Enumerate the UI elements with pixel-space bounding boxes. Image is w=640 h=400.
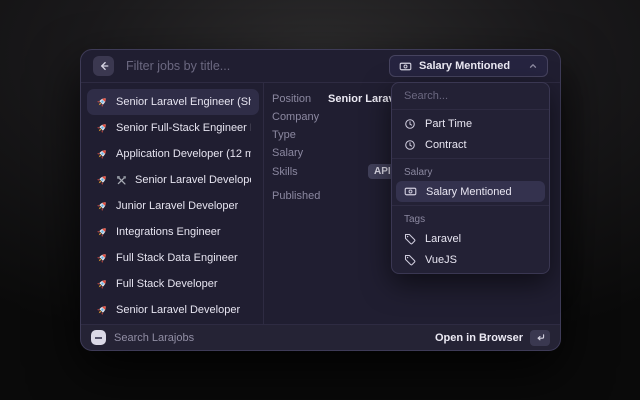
launcher-window: Salary Mentioned Senior Laravel Engineer… [80,49,561,351]
rocket-icon [95,226,108,239]
job-row[interactable]: Senior Full-Stack Engineer II, Ac... [87,115,259,141]
job-row[interactable]: Senior Laravel Developer [87,297,259,323]
dropdown-group-salary: Salary Salary Mentioned [392,159,549,206]
banknote-icon [399,60,412,73]
chevron-up-icon [528,61,538,71]
dropdown-item-contract[interactable]: Contract [396,134,545,155]
extension-title: Search Larajobs [114,332,435,344]
job-row[interactable]: Full Stack Data Engineer [87,245,259,271]
desktop-background: Salary Mentioned Senior Laravel Engineer… [0,0,640,400]
job-title: Senior Laravel Engineer (Shapin... [116,96,251,108]
job-title: Full Stack Developer [116,278,218,290]
return-glyph-icon [535,332,546,343]
dropdown-search-input[interactable] [404,90,537,102]
detail-label: Company [272,111,319,123]
filter-dropdown-panel: Part Time Contract Salary Salary Mention… [391,82,550,274]
detail-label: Salary [272,147,303,159]
job-row[interactable]: Junior Laravel Developer [87,193,259,219]
open-in-browser-label: Open in Browser [435,332,523,344]
job-title: Junior Laravel Developer [116,200,238,212]
rocket-icon [95,200,108,213]
dropdown-item-label: Contract [425,139,467,151]
rocket-icon [95,304,108,317]
detail-label: Published [272,190,320,202]
job-row[interactable]: Senior Laravel Developer (T... [87,167,259,193]
dropdown-item-label: Laravel [425,233,461,245]
dropdown-search-row [392,83,549,110]
filter-button-label: Salary Mentioned [419,60,521,72]
job-filter-input[interactable] [126,59,389,73]
dropdown-item-label: VueJS [425,254,457,266]
job-title: Senior Laravel Developer (T... [135,174,251,186]
dropdown-section-tags: Tags [396,209,545,228]
status-bar: Search Larajobs Open in Browser [81,324,560,350]
rocket-icon [95,252,108,265]
job-title: Senior Laravel Developer [116,304,240,316]
enter-key-icon [530,330,550,346]
banknote-icon [404,185,417,198]
tag-icon [404,254,416,266]
dropdown-section-salary: Salary [396,162,545,181]
rocket-icon [95,148,108,161]
dropdown-item-part-time[interactable]: Part Time [396,113,545,134]
extension-icon [91,330,106,345]
rocket-icon [95,122,108,135]
detail-label: Skills [272,166,298,178]
dropdown-item-salary-mentioned[interactable]: Salary Mentioned [396,181,545,202]
job-title: Integrations Engineer [116,226,221,238]
job-title: Senior Full-Stack Engineer II, Ac... [116,122,251,134]
job-row[interactable]: Senior Laravel Engineer (Shapin... [87,89,259,115]
salary-filter-dropdown-button[interactable]: Salary Mentioned [389,55,548,77]
rocket-icon [95,96,108,109]
tag-icon [404,233,416,245]
back-arrow-icon [98,60,110,72]
clock-icon [404,118,416,130]
job-list: Senior Laravel Engineer (Shapin... Senio… [81,83,263,324]
dropdown-item-laravel[interactable]: Laravel [396,228,545,249]
hammer-wrench-icon [116,175,127,186]
rocket-icon [95,278,108,291]
detail-label: Type [272,129,296,141]
top-bar: Salary Mentioned [81,50,560,83]
job-row[interactable]: Full Stack Developer [87,271,259,297]
rocket-icon [95,174,108,187]
dropdown-group-type: Part Time Contract [392,110,549,159]
dropdown-item-label: Part Time [425,118,472,130]
detail-label: Position [272,93,311,105]
clock-icon [404,139,416,151]
dropdown-item-vuejs[interactable]: VueJS [396,249,545,270]
dropdown-item-label: Salary Mentioned [426,186,512,198]
dropdown-group-tags: Tags Laravel VueJS [392,206,549,273]
job-row[interactable]: Integrations Engineer [87,219,259,245]
job-title: Full Stack Data Engineer [116,252,238,264]
job-title: Application Developer (12 mont... [116,148,251,160]
job-row[interactable]: Application Developer (12 mont... [87,141,259,167]
open-in-browser-button[interactable]: Open in Browser [435,330,550,346]
back-button[interactable] [93,56,114,76]
